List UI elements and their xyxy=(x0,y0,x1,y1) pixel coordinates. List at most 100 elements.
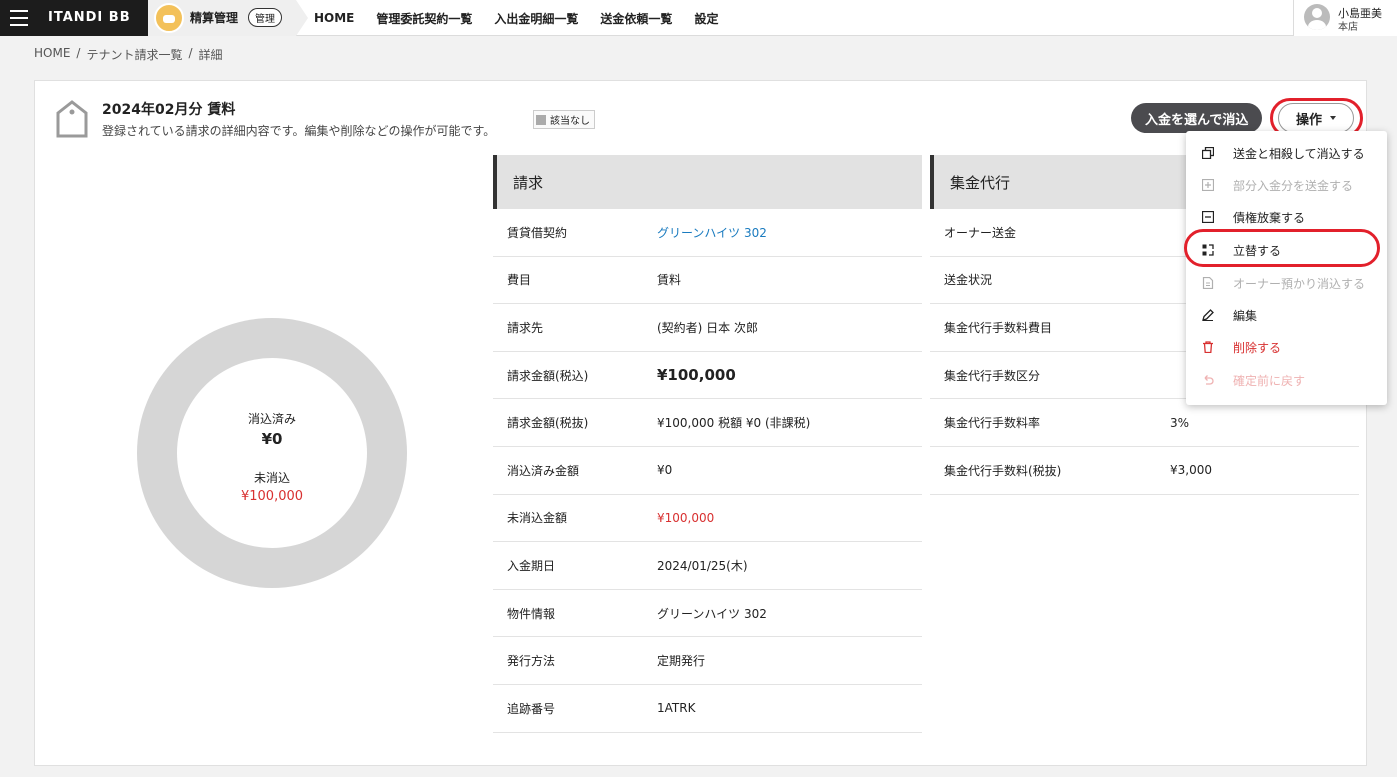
nav-remittance-requests[interactable]: 送金依頼一覧 xyxy=(600,10,672,27)
select-deposit-reconcile-button[interactable]: 入金を選んで消込 xyxy=(1131,103,1263,133)
nav-home[interactable]: HOME xyxy=(314,11,354,25)
document-icon xyxy=(1202,277,1214,289)
row-value: 3% xyxy=(1170,415,1190,430)
operations-dropdown-menu: 送金と相殺して消込する 部分入金分を送金する 債権放棄する 立替する オーナー預… xyxy=(1186,131,1387,405)
user-avatar-icon xyxy=(1304,4,1330,30)
minus-square-icon xyxy=(1202,211,1214,223)
caret-down-icon xyxy=(1330,116,1336,120)
copy-icon xyxy=(1202,147,1214,159)
menu-item-offset-reconcile[interactable]: 送金と相殺して消込する xyxy=(1186,137,1387,169)
row-value: 1ATRK xyxy=(657,701,696,716)
menu-item-waive-claim[interactable]: 債権放棄する xyxy=(1186,201,1387,233)
status-badge: 該当なし xyxy=(533,110,595,129)
pencil-icon xyxy=(1202,309,1214,321)
row-key: 集金代行手数区分 xyxy=(944,368,1041,383)
detail-card: 2024年02月分 賃料 登録されている請求の詳細内容です。編集や削除などの操作… xyxy=(34,80,1367,766)
breadcrumb: HOME / テナント請求一覧 / 詳細 xyxy=(34,46,223,63)
row-key: 物件情報 xyxy=(507,606,556,621)
row-key: 集金代行手数料(税抜) xyxy=(944,463,1062,478)
table-row: 集金代行手数料(税抜) ¥3,000 xyxy=(930,447,1359,495)
billing-panel: 請求 賃貸借契約 グリーンハイツ 302 費目 賃料 請求先 (契約者) 日本 次郎 … xyxy=(493,155,922,733)
breadcrumb-separator: / xyxy=(76,46,81,60)
billing-heading: 請求 xyxy=(493,155,922,209)
row-key: 請求金額(税抜) xyxy=(507,416,589,431)
row-key: 追跡番号 xyxy=(507,701,556,716)
app-switcher[interactable]: 精算管理 管理 xyxy=(148,0,308,36)
row-key: 発行方法 xyxy=(507,654,556,669)
reconciled-label: 消込済み xyxy=(247,412,296,426)
row-key: 入金期日 xyxy=(507,558,556,573)
breadcrumb-current: 詳細 xyxy=(198,48,223,62)
top-bar: ITANDI BB 精算管理 管理 HOME 管理委託契約一覧 入出金明細一覧 … xyxy=(0,0,1397,36)
user-menu[interactable]: 小島亜美 本店 xyxy=(1293,0,1397,36)
rental-contract-link[interactable]: グリーンハイツ 302 xyxy=(657,224,922,241)
row-key: 未消込金額 xyxy=(507,511,568,526)
row-value: ¥100,000 xyxy=(657,510,715,525)
nav-transactions[interactable]: 入出金明細一覧 xyxy=(494,10,578,27)
menu-item-label: 編集 xyxy=(1233,308,1258,323)
table-row: 追跡番号 1ATRK xyxy=(493,685,922,733)
brand-logo[interactable]: ITANDI BB xyxy=(48,10,131,25)
breadcrumb-separator: / xyxy=(188,46,193,60)
table-row: 入金期日 2024/01/25(木) xyxy=(493,542,922,590)
advance-icon xyxy=(1202,244,1214,256)
menu-item-edit[interactable]: 編集 xyxy=(1186,299,1387,331)
row-key: 集金代行手数料費目 xyxy=(944,320,1053,335)
row-key: 請求金額(税込) xyxy=(507,368,589,383)
menu-item-delete[interactable]: 削除する xyxy=(1186,331,1387,363)
operations-button-label: 操作 xyxy=(1295,112,1322,128)
table-row: 消込済み金額 ¥0 xyxy=(493,447,922,495)
table-row: 費目 賃料 xyxy=(493,257,922,305)
breadcrumb-tenant-bills[interactable]: テナント請求一覧 xyxy=(86,46,182,63)
row-key: 賃貸借契約 xyxy=(507,225,568,240)
brand-area: ITANDI BB xyxy=(0,0,148,36)
main-nav: HOME 管理委託契約一覧 入出金明細一覧 送金依頼一覧 設定 xyxy=(314,0,718,36)
row-value: 2024/01/25(木) xyxy=(657,558,748,573)
row-value: ¥100,000 税額 ¥0 (非課税) xyxy=(657,416,811,431)
badge-square-icon xyxy=(536,114,546,125)
table-row: 請求金額(税抜) ¥100,000 税額 ¥0 (非課税) xyxy=(493,399,922,447)
page-subtitle: 登録されている請求の詳細内容です。編集や削除などの操作が可能です。 xyxy=(102,124,496,138)
donut-center: 消込済み ¥0 未消込 ¥100,000 xyxy=(177,358,367,548)
price-tag-icon xyxy=(56,100,88,138)
row-key: 消込済み金額 xyxy=(507,463,580,478)
plus-square-icon xyxy=(1202,179,1214,191)
menu-item-label: 部分入金分を送金する xyxy=(1233,178,1354,193)
trash-icon xyxy=(1203,341,1213,353)
menu-item-label: 確定前に戻す xyxy=(1233,373,1306,388)
row-value: グリーンハイツ 302 xyxy=(657,606,767,621)
user-store: 本店 xyxy=(1338,22,1358,33)
breadcrumb-home[interactable]: HOME xyxy=(34,46,70,63)
table-row: 請求先 (契約者) 日本 次郎 xyxy=(493,304,922,352)
table-row: 請求金額(税込) ¥100,000 xyxy=(493,352,922,400)
row-key: 請求先 xyxy=(507,320,544,335)
row-key: 集金代行手数料率 xyxy=(944,416,1041,431)
nav-management-contracts[interactable]: 管理委託契約一覧 xyxy=(376,10,472,27)
table-row: 未消込金額 ¥100,000 xyxy=(493,495,922,543)
menu-item-partial-remit[interactable]: 部分入金分を送金する xyxy=(1186,169,1387,201)
row-value: ¥3,000 xyxy=(1170,463,1212,478)
row-value: 賃料 xyxy=(657,273,682,288)
row-value: 定期発行 xyxy=(657,654,706,669)
table-row: 物件情報 グリーンハイツ 302 xyxy=(493,590,922,638)
row-value: ¥0 xyxy=(657,463,673,478)
menu-item-revert-to-unconfirmed[interactable]: 確定前に戻す xyxy=(1186,364,1387,396)
undo-icon xyxy=(1204,375,1214,385)
row-value: ¥100,000 xyxy=(657,366,736,385)
unreconciled-value: ¥100,000 xyxy=(240,489,304,504)
nav-settings[interactable]: 設定 xyxy=(694,10,718,27)
menu-item-label: 送金と相殺して消込する xyxy=(1233,146,1365,161)
menu-item-label: 債権放棄する xyxy=(1233,210,1306,225)
operations-button[interactable]: 操作 xyxy=(1278,103,1354,133)
hamburger-menu-icon[interactable] xyxy=(10,10,28,26)
row-value: (契約者) 日本 次郎 xyxy=(657,320,758,335)
app-name: 精算管理 xyxy=(190,11,239,25)
row-key: オーナー送金 xyxy=(944,225,1017,240)
reconcile-donut-chart: 消込済み ¥0 未消込 ¥100,000 xyxy=(137,318,407,588)
unreconciled-label: 未消込 xyxy=(253,471,290,485)
menu-item-advance-payment[interactable]: 立替する xyxy=(1186,234,1387,266)
table-row: 賃貸借契約 グリーンハイツ 302 xyxy=(493,209,922,257)
table-row: 集金代行手数料率 3% xyxy=(930,399,1359,447)
page-title: 2024年02月分 賃料 xyxy=(102,102,236,118)
menu-item-owner-deposit-reconcile[interactable]: オーナー預かり消込する xyxy=(1186,267,1387,299)
